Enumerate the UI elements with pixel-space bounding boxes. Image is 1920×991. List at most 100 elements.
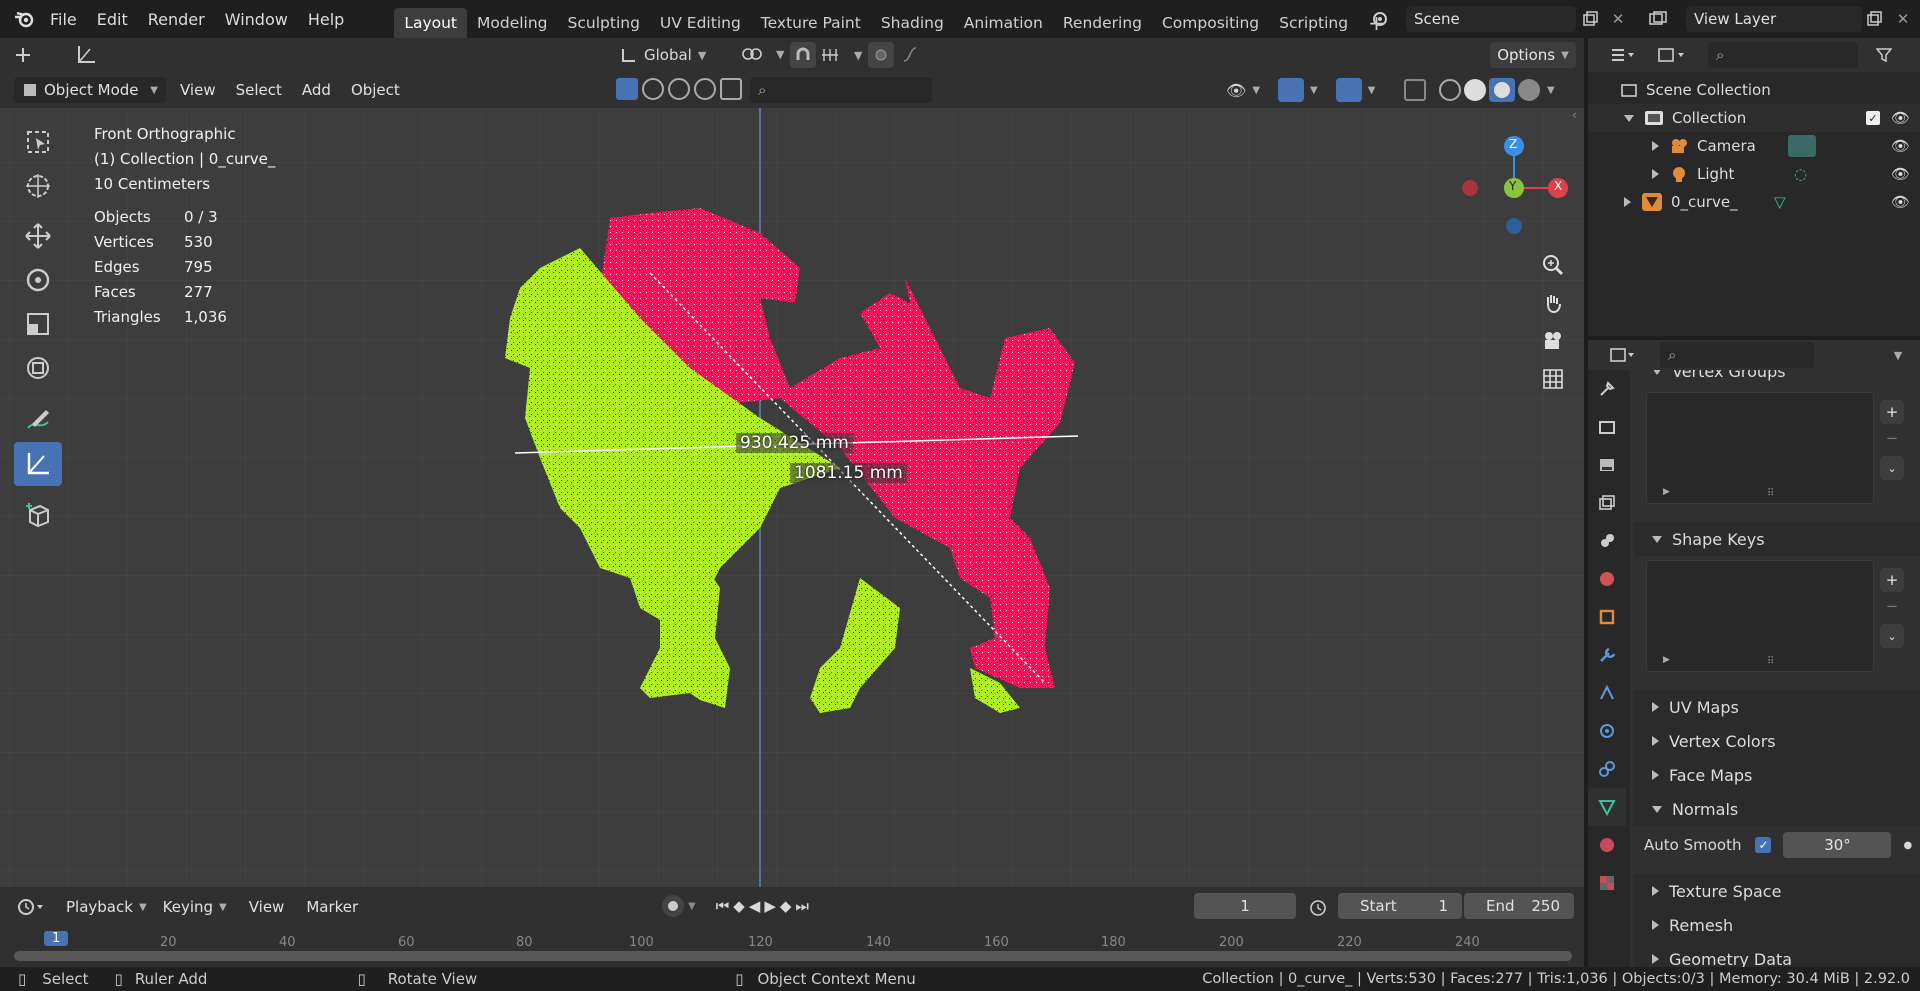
properties-options-icon[interactable]: ▼ — [1888, 345, 1908, 365]
snap-target-icon[interactable] — [820, 45, 850, 65]
panel-vertex-colors[interactable]: Vertex Colors — [1634, 724, 1920, 758]
jump-start-icon[interactable]: ⏮ — [716, 897, 730, 915]
menu-playback[interactable]: Playback ▼ — [58, 894, 155, 920]
start-frame-field[interactable]: Start 1 — [1338, 893, 1462, 919]
current-frame-indicator[interactable]: 1 — [44, 931, 69, 946]
outliner-editor-type-icon[interactable] — [1606, 45, 1640, 65]
menu-timeline-view[interactable]: View — [240, 894, 293, 920]
gizmo-toggle-icon[interactable] — [1278, 78, 1305, 102]
select-box-tool-icon[interactable] — [14, 120, 62, 164]
light-data-icon[interactable]: ◌ — [1794, 165, 1807, 183]
panel-vertex-groups[interactable]: Vertex Groups — [1634, 370, 1920, 381]
exclude-checkbox[interactable]: ✓ — [1866, 111, 1880, 125]
tab-animation[interactable]: Animation — [954, 8, 1053, 38]
select-box-icon[interactable] — [616, 78, 638, 100]
data-properties-icon[interactable] — [1588, 788, 1626, 826]
view-layer-field[interactable]: View Layer — [1686, 6, 1862, 32]
menu-help[interactable]: Help — [298, 10, 354, 29]
properties-editor-type-icon[interactable] — [1606, 345, 1640, 365]
sidebar-toggle-icon[interactable]: ‹ — [1572, 108, 1577, 122]
add-vertex-group-button[interactable]: + — [1880, 400, 1904, 424]
outliner-item-camera[interactable]: Camera 👁 — [1588, 132, 1920, 160]
panel-normals[interactable]: Normals — [1634, 792, 1920, 826]
tool-properties-icon[interactable] — [1588, 370, 1626, 408]
scale-tool-icon[interactable] — [14, 302, 62, 346]
cursor-tool-icon[interactable] — [14, 164, 62, 208]
mode-selector[interactable]: Object Mode ▼ — [14, 77, 166, 103]
menu-window[interactable]: Window — [215, 10, 298, 29]
rotate-tool-icon[interactable] — [14, 258, 62, 302]
blender-logo-icon[interactable] — [14, 9, 34, 29]
physics-properties-icon[interactable] — [1588, 712, 1626, 750]
outliner-item-curve[interactable]: 0_curve_ ▽ 👁 — [1588, 188, 1920, 216]
tab-scripting[interactable]: Scripting — [1269, 8, 1358, 38]
particles-properties-icon[interactable] — [1588, 674, 1626, 712]
perspective-toggle-icon[interactable] — [1534, 360, 1572, 398]
select-subtract-icon[interactable] — [668, 78, 690, 100]
options-dropdown[interactable]: Options ▼ — [1490, 42, 1576, 68]
zoom-icon[interactable] — [1534, 246, 1572, 284]
timeline-ruler[interactable]: 1 20 40 60 80 100 120 140 160 180 200 22… — [0, 931, 1584, 950]
measure-tool-icon[interactable] — [14, 442, 62, 486]
vertex-groups-list[interactable]: ▶ ⠿ — [1646, 392, 1874, 504]
panel-face-maps[interactable]: Face Maps — [1634, 758, 1920, 792]
snap-magnet-icon[interactable] — [790, 42, 816, 68]
tab-modeling[interactable]: Modeling — [467, 8, 558, 38]
wireframe-shading-icon[interactable] — [1439, 79, 1461, 101]
auto-smooth-checkbox[interactable]: ✓ — [1755, 837, 1772, 853]
viewport-search-input[interactable]: ⌕ — [750, 77, 932, 103]
play-reverse-icon[interactable]: ◀ — [749, 897, 761, 915]
navigation-gizmo[interactable]: Z X Y — [1450, 128, 1570, 248]
select-intersect-icon[interactable] — [720, 78, 742, 100]
panel-texture-space[interactable]: Texture Space — [1634, 874, 1920, 908]
expand-icon[interactable] — [1652, 736, 1659, 746]
expand-icon[interactable] — [1652, 954, 1659, 964]
tab-compositing[interactable]: Compositing — [1152, 8, 1269, 38]
material-shading-icon[interactable] — [1489, 78, 1515, 102]
expand-icon[interactable] — [1652, 920, 1659, 930]
shape-key-specials-button[interactable]: ⌄ — [1880, 624, 1904, 648]
timeline-scrollbar[interactable] — [14, 951, 1572, 961]
annotate-tool-icon[interactable] — [14, 398, 62, 442]
transform-orientation[interactable]: Global ▼ — [620, 42, 706, 68]
mesh-data-icon[interactable]: ▽ — [1774, 193, 1786, 211]
tab-texture-paint[interactable]: Texture Paint — [751, 8, 871, 38]
visibility-eye-icon[interactable]: 👁 — [1891, 109, 1910, 127]
view-layer-icon[interactable] — [1648, 9, 1668, 29]
panel-geometry-data[interactable]: Geometry Data — [1634, 942, 1920, 967]
outliner-scene-collection[interactable]: Scene Collection — [1588, 76, 1920, 104]
remove-vertex-group-button[interactable]: − — [1880, 426, 1904, 450]
prev-keyframe-icon[interactable]: ◆ — [733, 897, 745, 915]
tab-uv-editing[interactable]: UV Editing — [650, 8, 751, 38]
scene-properties-icon[interactable] — [1588, 522, 1626, 560]
tool-settings-icon[interactable] — [14, 45, 34, 65]
material-properties-icon[interactable] — [1588, 826, 1626, 864]
snapping[interactable]: ▼ — [790, 42, 862, 68]
visibility-eye-icon[interactable]: 👁 — [1891, 193, 1910, 211]
output-properties-icon[interactable] — [1588, 446, 1626, 484]
end-frame-field[interactable]: End 250 — [1464, 893, 1574, 919]
auto-smooth-angle-field[interactable]: 30° — [1783, 832, 1892, 858]
xray-toggle-icon[interactable] — [1404, 79, 1426, 101]
display-mode-icon[interactable] — [1654, 45, 1690, 65]
panel-uv-maps[interactable]: UV Maps — [1634, 690, 1920, 724]
copy-view-layer-icon[interactable] — [1864, 9, 1884, 29]
collapse-icon[interactable] — [1652, 535, 1662, 543]
menu-view[interactable]: View — [172, 77, 224, 103]
menu-add[interactable]: Add — [293, 77, 339, 103]
proportional-edit-icon[interactable] — [868, 42, 894, 68]
properties-search-input[interactable]: ⌕ — [1660, 342, 1814, 368]
expand-icon[interactable] — [1652, 702, 1659, 712]
tab-shading[interactable]: Shading — [871, 8, 954, 38]
expand-icon[interactable] — [1652, 770, 1659, 780]
rendered-shading-icon[interactable] — [1518, 79, 1540, 101]
visibility-eye-icon[interactable]: 👁 — [1891, 137, 1910, 155]
play-icon[interactable]: ▶ — [764, 897, 776, 915]
expand-icon[interactable] — [1652, 886, 1659, 896]
solid-shading-icon[interactable] — [1464, 79, 1486, 101]
outliner-item-collection[interactable]: Collection ✓ 👁 — [1588, 104, 1920, 132]
proportional-editing[interactable] — [868, 42, 932, 68]
overlay-toggle-icon[interactable] — [1335, 78, 1362, 102]
filter-icon[interactable] — [1874, 45, 1894, 65]
editor-type-icon[interactable] — [10, 897, 50, 917]
